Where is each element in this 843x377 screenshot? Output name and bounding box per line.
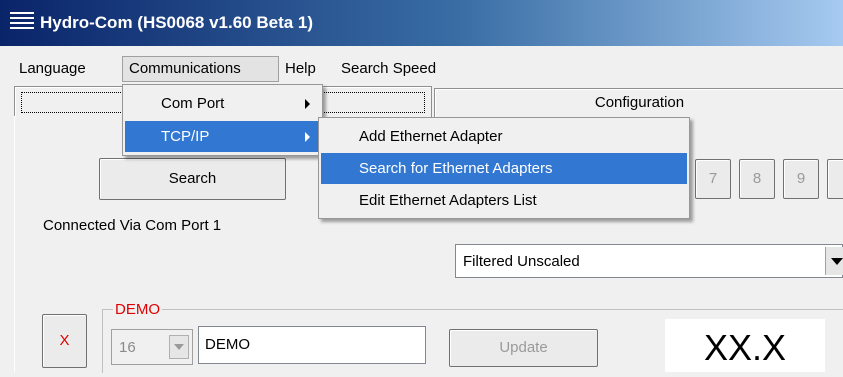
menu-item-tcpip[interactable]: TCP/IP [125, 121, 320, 152]
app-icon[interactable] [10, 12, 34, 32]
sensor-address-value: 16 [119, 339, 136, 356]
chevron-down-icon[interactable] [825, 247, 843, 275]
menu-communications[interactable]: Communications [122, 56, 279, 82]
menu-help[interactable]: Help [279, 56, 322, 82]
sensor-name-input[interactable]: DEMO [198, 326, 426, 364]
sensor-reading: XX.X [665, 319, 825, 372]
tab-configuration-label: Configuration [594, 94, 685, 111]
sensor-name-value: DEMO [205, 336, 250, 353]
menu-language[interactable]: Language [13, 56, 92, 82]
chevron-right-icon [305, 132, 310, 142]
tab-configuration[interactable]: Configuration [434, 88, 843, 117]
address-button-next[interactable] [827, 159, 843, 199]
output-mode-value: Filtered Unscaled [463, 253, 580, 270]
chevron-down-icon[interactable] [169, 335, 189, 359]
title-bar: Hydro-Com (HS0068 v1.60 Beta 1) [0, 0, 843, 46]
update-button[interactable]: Update [449, 329, 598, 367]
menu-item-com-port[interactable]: Com Port [125, 88, 320, 119]
remove-sensor-button[interactable]: X [42, 314, 87, 368]
communications-menu: Com Port TCP/IP [122, 84, 323, 156]
output-mode-select[interactable]: Filtered Unscaled [455, 244, 843, 278]
sensor-group-label: DEMO [113, 301, 162, 318]
address-button-9[interactable]: 9 [783, 159, 819, 199]
menu-item-add-ethernet-adapter[interactable]: Add Ethernet Adapter [321, 121, 687, 152]
sensor-address-select[interactable]: 16 [111, 329, 193, 365]
menu-search-speed[interactable]: Search Speed [335, 56, 442, 82]
chevron-right-icon [305, 99, 310, 109]
menu-item-edit-ethernet-adapters-list[interactable]: Edit Ethernet Adapters List [321, 185, 687, 216]
tcpip-submenu: Add Ethernet Adapter Search for Ethernet… [318, 117, 690, 219]
window-title: Hydro-Com (HS0068 v1.60 Beta 1) [40, 13, 314, 32]
menu-bar: Language Communications Help Search Spee… [0, 56, 843, 82]
search-button[interactable]: Search [99, 158, 286, 200]
address-button-8[interactable]: 8 [739, 159, 775, 199]
connection-status: Connected Via Com Port 1 [43, 217, 222, 234]
menu-item-search-ethernet-adapters[interactable]: Search for Ethernet Adapters [321, 153, 687, 184]
address-button-7[interactable]: 7 [695, 159, 731, 199]
